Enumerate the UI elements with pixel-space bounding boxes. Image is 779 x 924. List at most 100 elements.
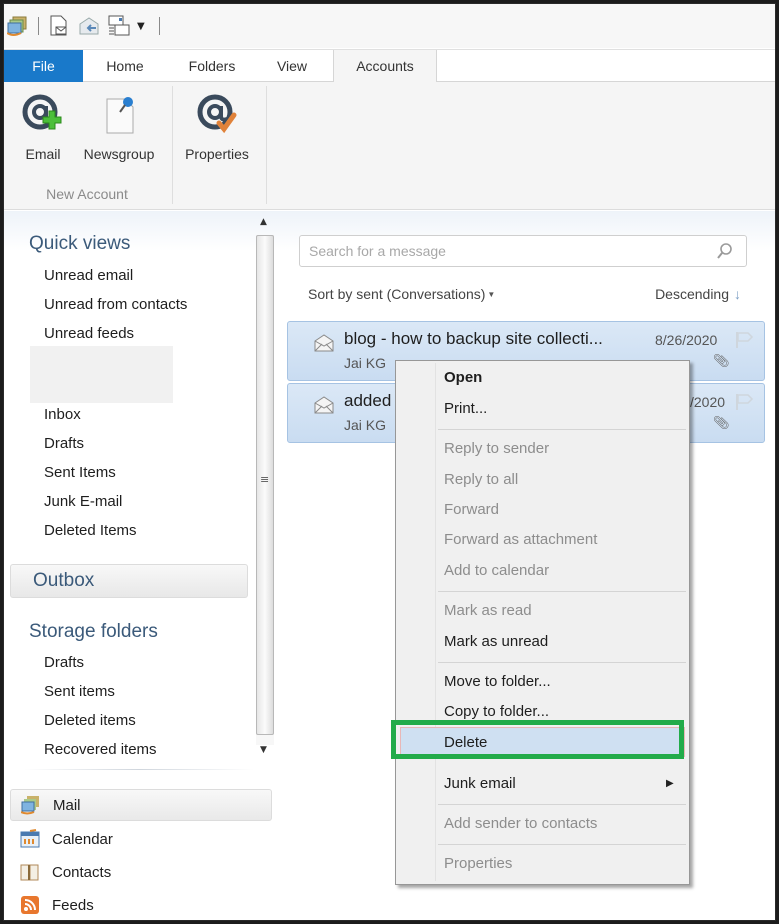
- sort-dropdown[interactable]: Sort by sent (Conversations) ▼: [308, 286, 495, 302]
- nav-item-recovered-items[interactable]: Recovered items: [44, 741, 157, 758]
- menu-item-move-to-folder[interactable]: Move to folder...: [444, 673, 551, 690]
- message-sender: Jai KG: [344, 417, 387, 433]
- menu-item-junk-email[interactable]: Junk email: [444, 775, 516, 792]
- contacts-icon: [20, 862, 40, 882]
- nav-mail[interactable]: Mail: [10, 789, 272, 821]
- context-menu: Open Print... Reply to sender Reply to a…: [395, 360, 690, 885]
- submenu-arrow-icon: ▶: [666, 778, 674, 789]
- redacted-account-name: [30, 346, 173, 403]
- nav-item-drafts[interactable]: Drafts: [44, 435, 84, 452]
- arrow-down-icon: ↓: [734, 286, 741, 302]
- tab-file[interactable]: File: [4, 50, 83, 82]
- menu-item-forward-as-attachment[interactable]: Forward as attachment: [444, 531, 597, 548]
- menu-item-copy-to-folder[interactable]: Copy to folder...: [444, 703, 549, 720]
- new-message-icon[interactable]: [47, 14, 71, 38]
- scrollbar-grip-icon: ≡: [260, 473, 270, 486]
- sort-order-toggle[interactable]: Descending ↓: [655, 286, 741, 302]
- menu-separator: [438, 662, 686, 663]
- message-subject: blog - how to backup site collecti...: [344, 329, 603, 348]
- menu-item-add-to-calendar[interactable]: Add to calendar: [444, 562, 549, 579]
- message-sender: Jai KG: [344, 355, 387, 371]
- nav-item-storage-drafts[interactable]: Drafts: [44, 654, 84, 671]
- nav-item-sent-items[interactable]: Sent Items: [44, 464, 116, 481]
- nav-calendar[interactable]: Calendar: [10, 823, 272, 855]
- envelope-open-icon: [314, 396, 334, 414]
- at-check-icon: [197, 94, 237, 134]
- newsgroup-button-label: Newsgroup: [83, 146, 155, 162]
- sort-order-label: Descending: [655, 286, 729, 302]
- ribbon-group-divider: [266, 86, 267, 204]
- storage-folders-header[interactable]: Storage folders: [29, 621, 158, 643]
- newsgroup-pin-icon: [106, 97, 134, 134]
- at-plus-icon: [22, 94, 62, 130]
- menu-item-forward[interactable]: Forward: [444, 501, 499, 518]
- mail-icon: [21, 795, 41, 815]
- nav-feeds-label: Feeds: [52, 896, 94, 914]
- search-icon[interactable]: [716, 242, 734, 260]
- ribbon-group-divider: [172, 86, 173, 204]
- menu-item-reply-to-all[interactable]: Reply to all: [444, 471, 518, 488]
- menu-separator: [438, 591, 686, 592]
- nav-feeds[interactable]: Feeds: [10, 889, 272, 920]
- search-placeholder: Search for a message: [309, 243, 446, 259]
- nav-contacts-label: Contacts: [52, 863, 112, 881]
- mail-app-icon[interactable]: [6, 14, 30, 38]
- quick-views-header[interactable]: Quick views: [29, 233, 130, 255]
- attachment-icon: 📎︎: [713, 416, 730, 431]
- ribbon-group-label: New Account: [46, 186, 128, 202]
- nav-item-storage-deleted-items[interactable]: Deleted items: [44, 712, 136, 729]
- email-button-label: Email: [25, 146, 61, 162]
- tab-accounts[interactable]: Accounts: [333, 50, 437, 83]
- toolbar-separator: [158, 17, 160, 35]
- menu-item-mark-as-unread[interactable]: Mark as unread: [444, 633, 548, 650]
- nav-divider: [24, 769, 254, 770]
- new-newsgroup-account-button[interactable]: Newsgroup: [74, 90, 164, 162]
- nav-item-inbox[interactable]: Inbox: [44, 406, 81, 423]
- ribbon: Email Newsgroup Properties New Account: [4, 82, 775, 210]
- tab-view[interactable]: View: [266, 50, 318, 82]
- envelope-open-icon: [314, 334, 334, 352]
- nav-item-outbox[interactable]: Outbox: [10, 564, 248, 598]
- sort-label: Sort by sent (Conversations): [308, 286, 486, 302]
- menu-separator: [438, 844, 686, 845]
- nav-contacts[interactable]: Contacts: [10, 856, 272, 888]
- annotation-highlight-box: [391, 720, 684, 759]
- nav-item-junk-email[interactable]: Junk E-mail: [44, 493, 122, 510]
- flag-icon[interactable]: [734, 393, 754, 411]
- menu-separator: [438, 429, 686, 430]
- menu-separator: [438, 804, 686, 805]
- scroll-down-arrow-icon[interactable]: ▼: [260, 745, 267, 755]
- nav-item-unread-from-contacts[interactable]: Unread from contacts: [44, 296, 187, 313]
- nav-item-deleted-items[interactable]: Deleted Items: [44, 522, 137, 539]
- attachment-icon: 📎︎: [713, 354, 730, 369]
- flag-icon[interactable]: [734, 331, 754, 349]
- menu-item-properties[interactable]: Properties: [444, 855, 512, 872]
- menu-item-open[interactable]: Open: [444, 369, 482, 386]
- menu-item-add-sender-to-contacts[interactable]: Add sender to contacts: [444, 815, 597, 832]
- nav-mail-label: Mail: [53, 796, 81, 814]
- menu-item-print[interactable]: Print...: [444, 400, 487, 417]
- context-menu-gutter: [435, 363, 436, 881]
- account-properties-button[interactable]: Properties: [177, 90, 257, 162]
- new-email-account-button[interactable]: Email: [18, 90, 68, 162]
- send-receive-icon[interactable]: [77, 14, 101, 38]
- scroll-up-arrow-icon[interactable]: ▲: [260, 217, 267, 227]
- search-input[interactable]: Search for a message: [299, 235, 747, 267]
- view-layout-icon[interactable]: [107, 14, 131, 38]
- folder-pane: ▲ Quick views Unread email Unread from c…: [4, 211, 284, 920]
- quick-access-toolbar: ▼: [4, 4, 775, 48]
- nav-item-unread-email[interactable]: Unread email: [44, 267, 133, 284]
- nav-item-unread-feeds[interactable]: Unread feeds: [44, 325, 134, 342]
- customize-dropdown-icon[interactable]: ▼: [137, 21, 145, 32]
- tab-folders[interactable]: Folders: [174, 50, 250, 82]
- message-subject: added: [344, 391, 392, 410]
- mail-app-window: ▼ File Home Folders View Accounts Email: [3, 3, 776, 921]
- menu-item-reply-to-sender[interactable]: Reply to sender: [444, 440, 549, 457]
- properties-button-label: Properties: [185, 146, 249, 162]
- nav-item-storage-sent-items[interactable]: Sent items: [44, 683, 115, 700]
- menu-item-mark-as-read[interactable]: Mark as read: [444, 602, 532, 619]
- message-date: 8/26/2020: [655, 332, 718, 348]
- rss-feed-icon: [20, 895, 40, 915]
- tab-home[interactable]: Home: [90, 50, 160, 82]
- folder-pane-scrollbar[interactable]: ≡: [256, 235, 274, 745]
